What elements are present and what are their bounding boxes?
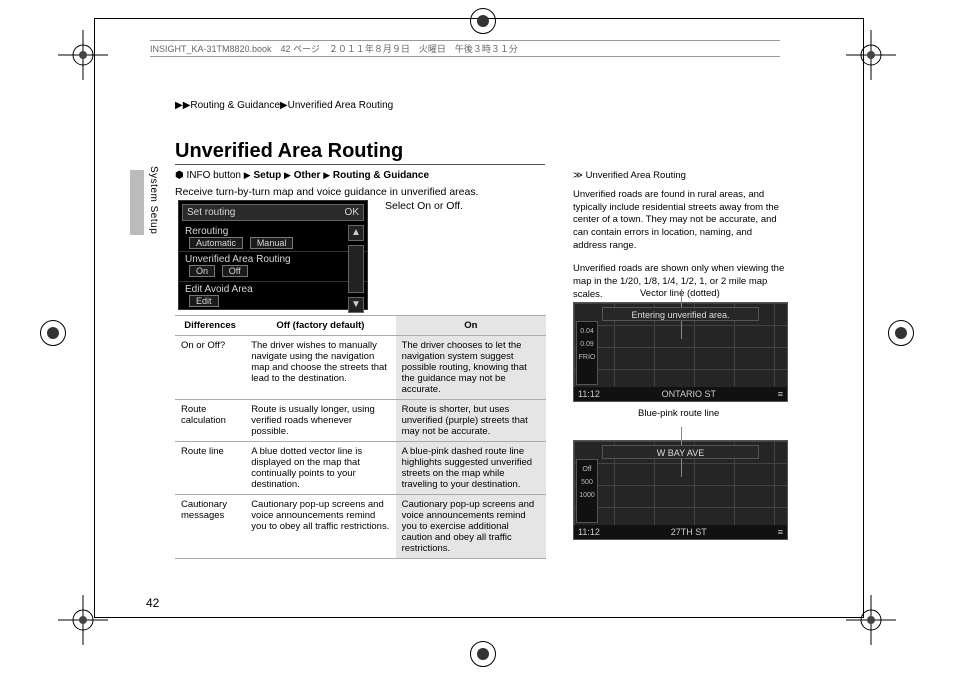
crop-mark-icon	[846, 30, 896, 80]
map-time: 11:12	[578, 389, 600, 399]
title-rule	[175, 164, 545, 165]
bluepink-label: Blue-pink route line	[638, 408, 719, 419]
row-off: Cautionary pop-up screens and voice anno…	[245, 495, 395, 559]
unverified-on: On	[189, 265, 215, 277]
map-banner: W BAY AVE	[602, 445, 759, 459]
map-street: 27TH ST	[671, 527, 707, 537]
select-instruction: Select On or Off.	[385, 200, 463, 212]
unverified-label: Unverified Area Routing	[185, 254, 291, 265]
row-on: Route is shorter, but uses unverified (p…	[396, 400, 546, 442]
map-gauge: Off5001000	[576, 459, 598, 523]
ok-button: OK	[345, 207, 359, 218]
registration-dot-icon	[40, 320, 66, 346]
row-label: On or Off?	[175, 336, 245, 400]
row-label: Route line	[175, 442, 245, 495]
map-screenshot-vector: Entering unverified area. 0.040.09FRIO 1…	[573, 302, 788, 402]
map-banner: Entering unverified area.	[602, 307, 759, 321]
intro-text: Receive turn-by-turn map and voice guida…	[175, 186, 479, 198]
rerouting-manual: Manual	[250, 237, 294, 249]
row-off: A blue dotted vector line is displayed o…	[245, 442, 395, 495]
crop-mark-icon	[846, 595, 896, 645]
menu-icon: ≡	[778, 389, 783, 399]
registration-dot-icon	[470, 641, 496, 667]
row-off: The driver wishes to manually navigate u…	[245, 336, 395, 400]
nav-path: ⬢ INFO button ▶ Setup ▶ Other ▶ Routing …	[175, 170, 429, 181]
editavoid-label: Edit Avoid Area	[185, 284, 253, 295]
row-label: Cautionary messages	[175, 495, 245, 559]
menu-icon: ≡	[778, 527, 783, 537]
unverified-off: Off	[222, 265, 248, 277]
section-tab	[130, 170, 144, 235]
map-time: 11:12	[578, 527, 600, 537]
page-number: 42	[146, 596, 159, 610]
col-off: Off (factory default)	[245, 316, 395, 336]
crop-mark-icon	[58, 30, 108, 80]
map-gauge: 0.040.09FRIO	[576, 321, 598, 385]
editavoid-edit: Edit	[189, 295, 219, 307]
scroll-up-icon: ▲	[348, 225, 364, 241]
file-meta: INSIGHT_KA-31TM8820.book 42 ページ ２０１１年８月９…	[150, 40, 780, 57]
scroll-down-icon: ▼	[348, 297, 364, 313]
scroll-track	[348, 245, 364, 293]
registration-dot-icon	[470, 8, 496, 34]
page-title: Unverified Area Routing	[175, 140, 403, 163]
map-screenshot-route: W BAY AVE Off5001000 11:12 27TH ST ≡	[573, 440, 788, 540]
row-off: Route is usually longer, using verified …	[245, 400, 395, 442]
map-street: ONTARIO ST	[662, 389, 716, 399]
differences-table: Differences Off (factory default) On On …	[175, 315, 546, 559]
row-on: A blue-pink dashed route line highlights…	[396, 442, 546, 495]
row-on: Cautionary pop-up screens and voice anno…	[396, 495, 546, 559]
breadcrumb: ▶▶Routing & Guidance▶Unverified Area Rou…	[175, 100, 393, 111]
setrouting-title: Set routing	[187, 207, 235, 218]
rerouting-label: Rerouting	[185, 226, 293, 237]
col-on: On	[396, 316, 546, 336]
section-label: System Setup	[148, 166, 159, 234]
set-routing-screenshot: Set routing OK Rerouting Automatic Manua…	[178, 200, 368, 310]
row-label: Route calculation	[175, 400, 245, 442]
rerouting-automatic: Automatic	[189, 237, 243, 249]
col-differences: Differences	[175, 316, 245, 336]
right-p1: Unverified roads are found in rural area…	[573, 189, 788, 253]
row-on: The driver chooses to let the navigation…	[396, 336, 546, 400]
registration-dot-icon	[888, 320, 914, 346]
crop-mark-icon	[58, 595, 108, 645]
